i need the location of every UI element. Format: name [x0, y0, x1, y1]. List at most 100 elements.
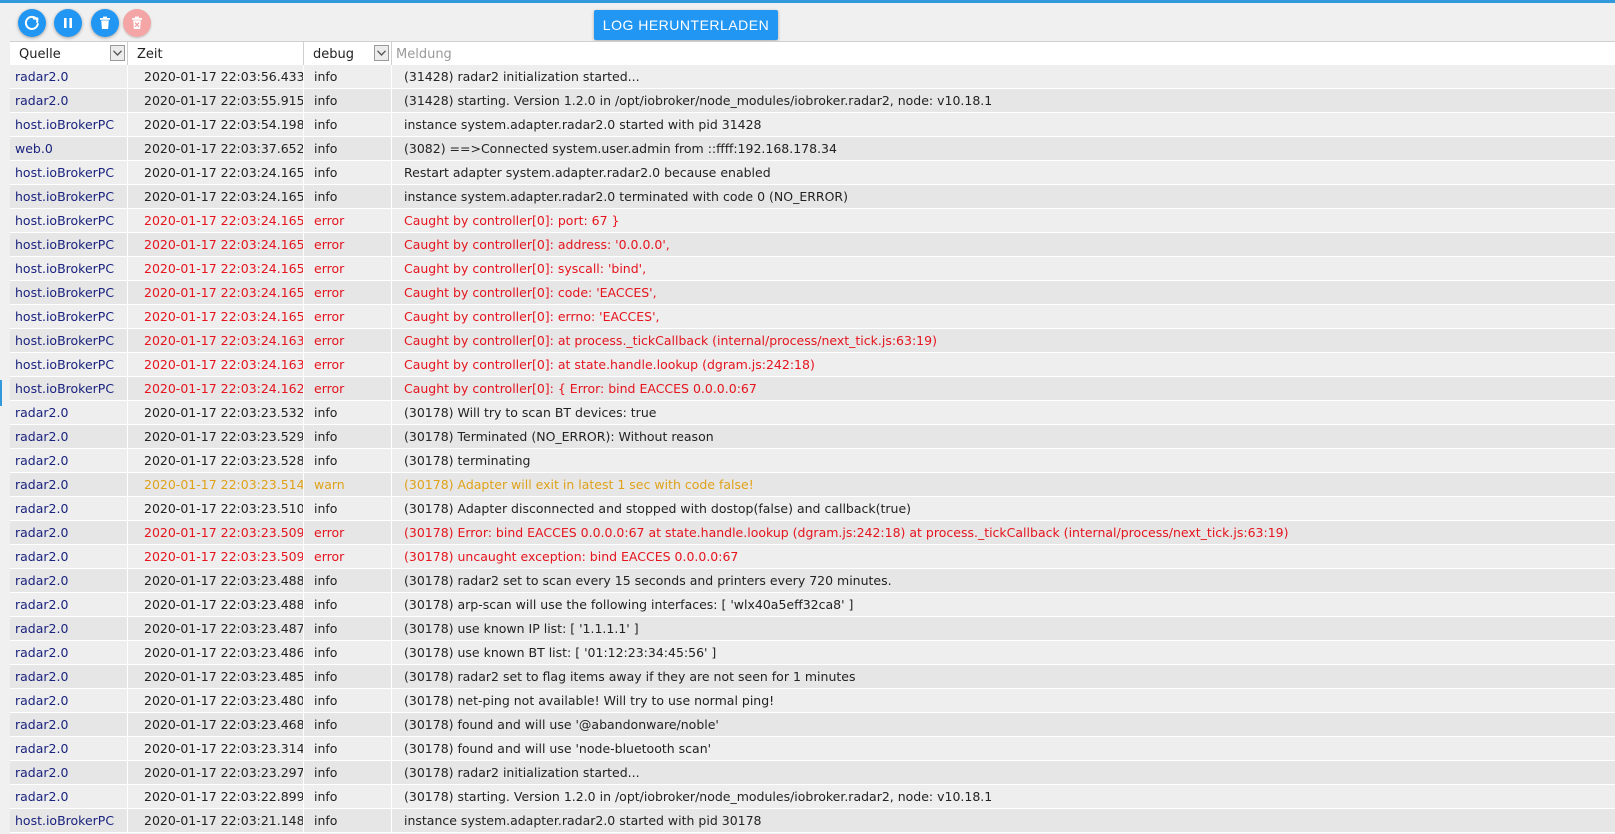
source-filter-dropdown[interactable]: [110, 45, 125, 61]
log-time: 2020-01-17 22:03:24.165: [128, 281, 304, 304]
log-message: Caught by controller[0]: syscall: 'bind'…: [404, 261, 647, 276]
download-log-button[interactable]: LOG HERUNTERLADEN: [594, 10, 778, 40]
log-severity: info: [304, 713, 392, 736]
log-severity: info: [304, 89, 392, 112]
log-row: host.ioBrokerPC 2020-01-17 22:03:24.165 er…: [10, 209, 1615, 233]
log-row: radar2.0 2020-01-17 22:03:23.528 info (3017…: [10, 449, 1615, 473]
log-source: host.ioBrokerPC: [10, 233, 128, 256]
log-time: 2020-01-17 22:03:37.652: [128, 137, 304, 160]
log-message: (30178) use known BT list: [ '01:12:23:3…: [404, 645, 717, 660]
log-severity: error: [304, 305, 392, 328]
log-severity: info: [304, 665, 392, 688]
chevron-down-icon: [377, 50, 386, 56]
log-source: host.ioBrokerPC: [10, 353, 128, 376]
log-message: (30178) radar2 set to scan every 15 seco…: [404, 573, 892, 588]
log-severity: info: [304, 593, 392, 616]
log-severity: error: [304, 353, 392, 376]
log-source: radar2.0: [10, 89, 128, 112]
log-source: radar2.0: [10, 425, 128, 448]
log-time: 2020-01-17 22:03:23.528: [128, 449, 304, 472]
log-row: host.ioBrokerPC 2020-01-17 22:03:24.163 er…: [10, 329, 1615, 353]
log-source: radar2.0: [10, 641, 128, 664]
log-source: radar2.0: [10, 713, 128, 736]
log-source: radar2.0: [10, 617, 128, 640]
log-message: (30178) Adapter will exit in latest 1 se…: [404, 477, 754, 492]
log-row: host.ioBrokerPC 2020-01-17 22:03:24.162 er…: [10, 377, 1615, 401]
log-severity: error: [304, 281, 392, 304]
log-severity: info: [304, 449, 392, 472]
log-message: (30178) Error: bind EACCES 0.0.0.0:67 at…: [404, 525, 1289, 540]
log-row: radar2.0 2020-01-17 22:03:55.915 info (3142…: [10, 89, 1615, 113]
log-time: 2020-01-17 22:03:23.488: [128, 593, 304, 616]
level-filter-dropdown[interactable]: [374, 45, 389, 61]
refresh-button[interactable]: [18, 9, 46, 37]
chevron-down-icon: [113, 50, 122, 56]
log-source: radar2.0: [10, 521, 128, 544]
log-row: radar2.0 2020-01-17 22:03:23.509 error (301…: [10, 545, 1615, 569]
log-row: radar2.0 2020-01-17 22:03:23.532 info (3017…: [10, 401, 1615, 425]
log-time: 2020-01-17 22:03:55.915: [128, 89, 304, 112]
log-severity: info: [304, 137, 392, 160]
log-row: host.ioBrokerPC 2020-01-17 22:03:24.165 er…: [10, 305, 1615, 329]
log-message: (30178) radar2 set to flag items away if…: [404, 669, 856, 684]
log-severity: info: [304, 113, 392, 136]
pause-icon: [64, 18, 72, 28]
log-row: radar2.0 2020-01-17 22:03:23.297 info (3017…: [10, 761, 1615, 785]
log-severity: info: [304, 689, 392, 712]
log-message: instance system.adapter.radar2.0 started…: [404, 117, 762, 132]
pause-button[interactable]: [54, 9, 82, 37]
filter-row: Quelle Zeit debug Meldung: [10, 41, 1615, 67]
log-time: 2020-01-17 22:03:23.509: [128, 521, 304, 544]
log-severity: info: [304, 761, 392, 784]
log-severity: error: [304, 521, 392, 544]
log-message: Restart adapter system.adapter.radar2.0 …: [404, 165, 771, 180]
log-time: 2020-01-17 22:03:23.486: [128, 641, 304, 664]
log-message: (30178) arp-scan will use the following …: [404, 597, 854, 612]
log-row: radar2.0 2020-01-17 22:03:23.488 info (3017…: [10, 593, 1615, 617]
log-message: instance system.adapter.radar2.0 termina…: [404, 189, 848, 204]
log-row: radar2.0 2020-01-17 22:03:23.480 info (3017…: [10, 689, 1615, 713]
log-row: radar2.0 2020-01-17 22:03:23.468 info (3017…: [10, 713, 1615, 737]
log-source: radar2.0: [10, 473, 128, 496]
message-filter-input[interactable]: Meldung: [392, 42, 1615, 66]
log-source: host.ioBrokerPC: [10, 209, 128, 232]
clear-icon: [132, 16, 142, 29]
delete-log-button[interactable]: [91, 9, 119, 37]
log-message: instance system.adapter.radar2.0 started…: [404, 813, 762, 828]
log-severity: info: [304, 497, 392, 520]
log-time: 2020-01-17 22:03:24.165: [128, 185, 304, 208]
log-message: Caught by controller[0]: at state.handle…: [404, 357, 815, 372]
log-time: 2020-01-17 22:03:24.165: [128, 233, 304, 256]
left-edge-marker: [0, 380, 2, 406]
log-row: host.ioBrokerPC 2020-01-17 22:03:54.198 in…: [10, 113, 1615, 137]
log-message: (30178) Terminated (NO_ERROR): Without r…: [404, 429, 714, 444]
log-source: host.ioBrokerPC: [10, 185, 128, 208]
log-row: radar2.0 2020-01-17 22:03:23.510 info (3017…: [10, 497, 1615, 521]
log-source: host.ioBrokerPC: [10, 305, 128, 328]
log-message: (30178) net-ping not available! Will try…: [404, 693, 775, 708]
log-severity: info: [304, 401, 392, 424]
log-message: Caught by controller[0]: at process._tic…: [404, 333, 937, 348]
clear-log-button[interactable]: [123, 9, 151, 37]
log-row: web.0 2020-01-17 22:03:37.652 info (3082) =…: [10, 137, 1615, 161]
level-filter[interactable]: debug: [304, 42, 392, 66]
log-time: 2020-01-17 22:03:22.899: [128, 785, 304, 808]
log-severity: info: [304, 425, 392, 448]
source-filter[interactable]: Quelle: [10, 42, 128, 66]
log-row: radar2.0 2020-01-17 22:03:56.433 info (3142…: [10, 65, 1615, 89]
log-source: radar2.0: [10, 569, 128, 592]
log-time: 2020-01-17 22:03:24.165: [128, 257, 304, 280]
log-source: web.0: [10, 137, 128, 160]
log-row: radar2.0 2020-01-17 22:03:23.514 warn (3017…: [10, 473, 1615, 497]
log-row: host.ioBrokerPC 2020-01-17 22:03:24.165 er…: [10, 281, 1615, 305]
log-time: 2020-01-17 22:03:24.163: [128, 329, 304, 352]
log-time: 2020-01-17 22:03:23.485: [128, 665, 304, 688]
log-source: radar2.0: [10, 761, 128, 784]
source-filter-label: Quelle: [19, 46, 61, 62]
log-time: 2020-01-17 22:03:23.480: [128, 689, 304, 712]
log-time: 2020-01-17 22:03:24.163: [128, 353, 304, 376]
log-message: (30178) uncaught exception: bind EACCES …: [404, 549, 739, 564]
log-severity: error: [304, 377, 392, 400]
log-time: 2020-01-17 22:03:24.162: [128, 377, 304, 400]
log-severity: info: [304, 737, 392, 760]
